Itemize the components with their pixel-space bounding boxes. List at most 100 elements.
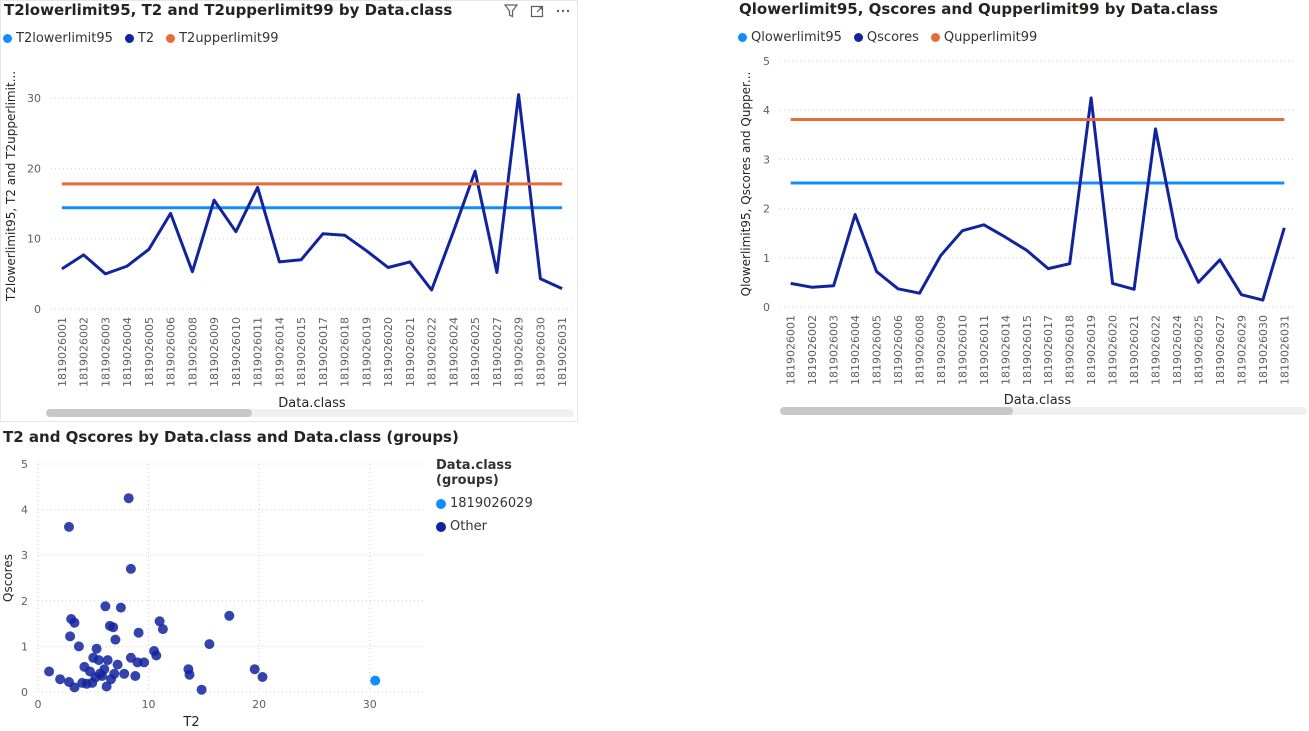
y-tick-label: 2 <box>21 595 28 608</box>
x-tick-label: 1819026010 <box>230 317 243 387</box>
x-tick-label: 1819026024 <box>447 317 460 387</box>
y-tick-label: 1 <box>763 252 770 265</box>
x-tick-label: 1819026024 <box>1171 315 1184 385</box>
y-tick-label: 4 <box>763 104 770 117</box>
x-tick-label: 1819026029 <box>513 317 526 387</box>
x-tick-label: 1819026019 <box>360 317 373 387</box>
y-tick-label: 5 <box>21 458 28 471</box>
scatter-point-other <box>130 671 141 681</box>
x-tick-label: 1819026025 <box>1192 315 1205 385</box>
scatter-point-1819026029 <box>370 675 381 686</box>
scatter-point-other <box>257 672 268 682</box>
x-tick-label: 1819026008 <box>913 315 926 385</box>
scatter-point-other <box>249 664 260 675</box>
series-line-t2 <box>61 93 563 292</box>
legend-item-other[interactable]: Other <box>436 519 578 534</box>
y-tick-label: 0 <box>34 303 41 316</box>
legend-label: 1819026029 <box>450 496 533 511</box>
x-tick-label: 1819026022 <box>426 317 439 387</box>
x-axis-title: T2 <box>182 715 199 730</box>
x-tick-label: 1819026005 <box>871 315 884 385</box>
scatter-point-other <box>99 664 110 675</box>
x-tick-label: 1819026004 <box>121 317 134 387</box>
scatter-point-other <box>115 602 126 613</box>
scatter-point-other <box>64 521 74 532</box>
x-tick-label: 1819026006 <box>165 317 178 387</box>
scatter-point-other <box>157 624 168 635</box>
x-tick-label: 10 <box>142 698 156 711</box>
x-tick-label: 1819026020 <box>1107 315 1120 385</box>
y-tick-label: 4 <box>21 504 28 517</box>
x-tick-label: 1819026010 <box>956 315 969 385</box>
x-tick-label: 1819026030 <box>1257 315 1270 385</box>
horizontal-scrollbar[interactable] <box>780 407 1307 415</box>
scatter-point-other <box>65 631 76 642</box>
x-tick-label: 1819026011 <box>252 317 265 387</box>
y-axis-title: Qlowerlimit95, Qscores and Qupper... <box>739 72 753 297</box>
x-tick-label: 1819026014 <box>999 315 1012 385</box>
scatter-point-other <box>102 655 113 666</box>
scatter-point-other <box>73 641 84 652</box>
t2-line-chart-visual[interactable]: T2lowerlimit95, T2 and T2upperlimit99 by… <box>0 0 578 422</box>
x-tick-label: 1819026019 <box>1085 315 1098 385</box>
t2-line-chart-plot: 0 10 20 30 1819026001 1819026002 1819026003 181… <box>4 71 573 411</box>
scatter-point-other <box>123 493 134 504</box>
x-tick-label: 1819026027 <box>1214 315 1227 385</box>
scatter-point-other <box>44 666 55 677</box>
x-tick-label: 1819026031 <box>1278 315 1291 385</box>
scatter-point-other <box>108 622 119 633</box>
y-tick-label: 3 <box>21 549 28 562</box>
scatter-point-other <box>125 563 136 574</box>
legend-marker-icon <box>436 498 446 509</box>
scatter-point-other <box>112 659 123 670</box>
scatter-point-other <box>69 617 80 628</box>
x-tick-label: 1819026021 <box>1128 315 1141 385</box>
y-tick-label: 3 <box>763 153 770 166</box>
scatter-point-other <box>100 601 111 612</box>
x-tick-label: 1819026017 <box>1042 315 1055 385</box>
y-tick-label: 30 <box>27 92 41 105</box>
legend-title: Data.class (groups) <box>436 458 512 488</box>
scatter-chart-visual[interactable]: T2 and Qscores by Data.class and Data.cl… <box>0 428 578 731</box>
scatter-point-other <box>109 668 120 679</box>
x-tick-label: 1819026014 <box>273 317 286 387</box>
x-tick-label: 1819026030 <box>534 317 547 387</box>
scatter-point-other <box>224 610 235 621</box>
legend-item-1819026029[interactable]: 1819026029 <box>436 496 578 511</box>
x-tick-label: 1819026011 <box>978 315 991 385</box>
x-tick-label: 1819026002 <box>806 315 819 385</box>
legend-marker-icon <box>436 521 446 532</box>
scatter-point-other <box>139 657 150 668</box>
y-tick-label: 2 <box>763 203 770 216</box>
y-axis-title: T2lowerlimit95, T2 and T2upperlimit... <box>4 71 18 302</box>
scatter-point-other <box>184 669 195 680</box>
q-line-chart-visual[interactable]: Qlowerlimit95, Qscores and Qupperlimit99… <box>736 0 1309 422</box>
y-tick-label: 0 <box>763 301 770 314</box>
x-tick-label: 1819026002 <box>78 317 91 387</box>
x-tick-label: 1819026009 <box>935 315 948 385</box>
x-tick-label: 1819026018 <box>1064 315 1077 385</box>
scatter-point-other <box>110 634 121 645</box>
y-tick-label: 10 <box>27 233 41 246</box>
horizontal-scrollbar[interactable] <box>46 409 574 417</box>
scatter-legend: Data.class (groups) 1819026029 Other <box>436 458 578 542</box>
scrollbar-thumb[interactable] <box>780 407 1013 415</box>
x-tick-label: 1819026009 <box>208 317 221 387</box>
series-line-qscores <box>790 96 1286 302</box>
x-tick-label: 1819026015 <box>1021 315 1034 385</box>
x-tick-label: 1819026018 <box>339 317 352 387</box>
scatter-point-other <box>151 650 162 661</box>
x-tick-label: 0 <box>35 698 42 711</box>
scatter-point-other <box>119 668 130 679</box>
x-tick-label: 1819026015 <box>295 317 308 387</box>
scatter-point-other <box>133 627 144 638</box>
x-tick-label: 1819026031 <box>556 317 569 387</box>
x-tick-label: 1819026029 <box>1235 315 1248 385</box>
x-tick-label: 1819026017 <box>317 317 330 387</box>
scatter-point-other <box>55 674 66 685</box>
scrollbar-thumb[interactable] <box>46 409 252 417</box>
x-tick-label: 1819026005 <box>143 317 156 387</box>
x-axis-title: Data.class <box>1004 393 1072 408</box>
scatter-point-other <box>93 655 104 666</box>
scatter-chart-plot: 0 1 2 3 4 5 0 10 20 30 Qscores T2 <box>1 458 425 730</box>
